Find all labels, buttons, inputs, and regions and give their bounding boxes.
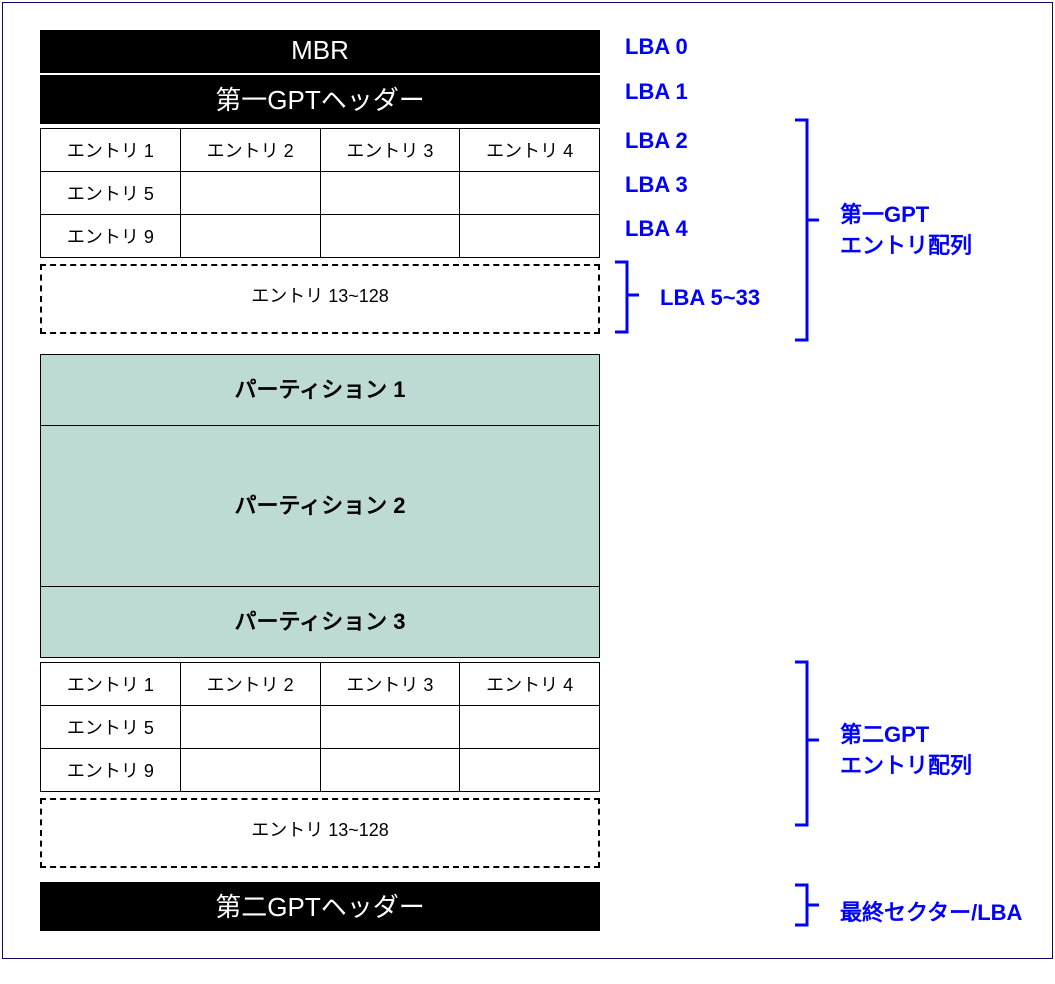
entry-cell [460,749,600,792]
gpt1-array-label: 第一GPTエントリ配列 [840,200,972,262]
partition-3: パーティション 3 [40,587,600,658]
mbr-row: MBR [40,30,600,73]
entries-rest-label: エントリ 13~128 [251,286,389,306]
entry-cell: エントリ 4 [460,129,600,172]
gpt2-header-label: 第二GPTヘッダー [215,892,424,922]
lba-0: LBA 0 [625,34,688,60]
entry-cell: エントリ 4 [460,663,600,706]
partitions: パーティション 1 パーティション 2 パーティション 3 [40,354,600,658]
gpt2-array-label: 第二GPTエントリ配列 [840,720,972,782]
mbr-label: MBR [291,35,349,65]
entry-cell: エントリ 9 [41,215,181,258]
entry-cell: エントリ 3 [320,663,460,706]
entry-cell [460,215,600,258]
entry-cell: エントリ 5 [41,172,181,215]
lba-3: LBA 3 [625,172,688,198]
entry-cell [320,749,460,792]
entry-cell: エントリ 5 [41,706,181,749]
lba-5-33: LBA 5~33 [660,285,760,311]
gpt1-entries-rest: エントリ 13~128 [40,264,600,334]
entry-cell: エントリ 1 [41,663,181,706]
entry-cell: エントリ 1 [41,129,181,172]
entry-cell: エントリ 2 [180,129,320,172]
entry-cell [320,706,460,749]
entry-cell [180,172,320,215]
entries-rest-label: エントリ 13~128 [251,820,389,840]
entry-cell: エントリ 2 [180,663,320,706]
lba-4: LBA 4 [625,216,688,242]
entry-cell [460,172,600,215]
gpt2-entries-rest: エントリ 13~128 [40,798,600,868]
lba-1: LBA 1 [625,79,688,105]
partition-2: パーティション 2 [40,426,600,587]
entry-cell [320,215,460,258]
entry-cell [180,749,320,792]
gpt2-header-row: 第二GPTヘッダー [40,882,600,931]
gpt1-header-row: 第一GPTヘッダー [40,75,600,124]
partition-1: パーティション 1 [40,354,600,426]
entry-cell: エントリ 3 [320,129,460,172]
entry-cell [460,706,600,749]
entry-cell [320,172,460,215]
entry-cell [180,706,320,749]
entry-cell: エントリ 9 [41,749,181,792]
lba-2: LBA 2 [625,128,688,154]
gpt1-header-label: 第一GPTヘッダー [215,85,424,115]
gpt1-entries-table: エントリ 1 エントリ 2 エントリ 3 エントリ 4 エントリ 5 エントリ … [40,128,600,258]
last-sector-label: 最終セクター/LBA [840,895,1022,927]
entry-cell [180,215,320,258]
gpt2-entries-table: エントリ 1 エントリ 2 エントリ 3 エントリ 4 エントリ 5 エントリ … [40,662,600,792]
